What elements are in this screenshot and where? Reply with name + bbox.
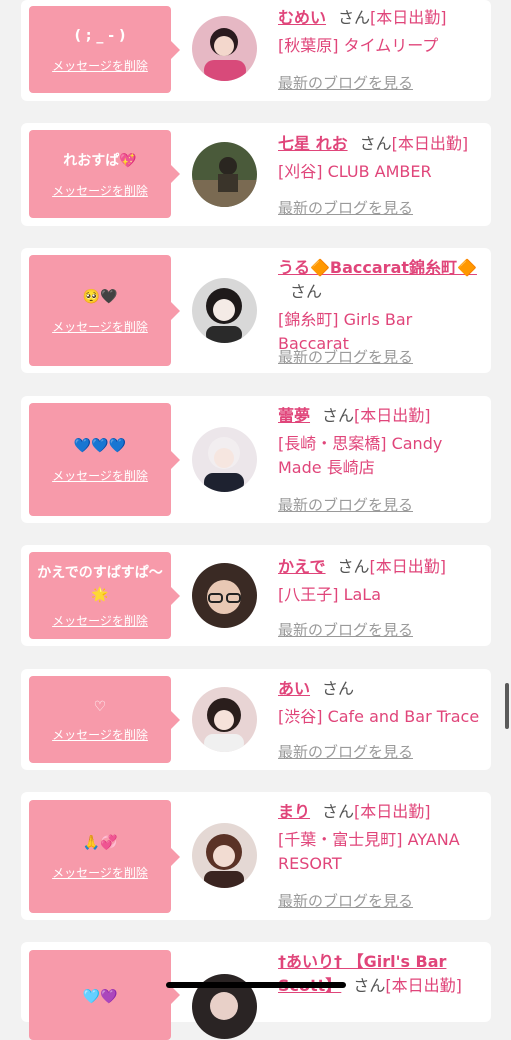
honorific: さん xyxy=(338,8,371,27)
cast-name-link[interactable]: かえで xyxy=(278,557,326,576)
cast-info: †あいり† 【Girl's Bar Scott】さん[本日出勤] xyxy=(278,950,488,998)
message-text: れおすぱ💖 xyxy=(63,152,137,169)
avatar[interactable] xyxy=(192,823,257,888)
cast-info: かえで さん[本日出勤] [八王子] LaLa xyxy=(278,555,488,607)
honorific: さん xyxy=(322,802,355,821)
message-card: 🙏💞 メッセージを削除 まり さん[本日出勤] [千葉・富士見町] AYANA R… xyxy=(21,792,491,920)
attendance-status: [本日出勤] xyxy=(369,557,447,576)
cast-name-link[interactable]: むめい xyxy=(278,8,326,27)
message-text: かえでのすぱすぱ〜🌟 xyxy=(37,565,163,603)
shop-info: [秋葉原] タイムリープ xyxy=(278,36,439,55)
attendance-status: [本日出勤] xyxy=(385,976,462,995)
cast-info: うる🔶Baccarat錦糸町🔶さん [錦糸町] Girls Bar Baccar… xyxy=(278,256,488,356)
cast-info: 蕾夢 さん[本日出勤] [長崎・思案橋] Candy Made 長崎店 xyxy=(278,404,488,480)
avatar[interactable] xyxy=(192,142,257,207)
home-indicator[interactable] xyxy=(166,982,346,988)
cast-info: 七星 れお さん[本日出勤] [刈谷] CLUB AMBER xyxy=(278,132,488,184)
honorific: さん xyxy=(290,282,323,301)
honorific: さん xyxy=(359,134,392,153)
honorific: さん xyxy=(322,679,355,698)
message-card: 💙💙💙 メッセージを削除 蕾夢 さん[本日出勤] [長崎・思案橋] Candy M… xyxy=(21,396,491,523)
delete-message-link[interactable]: メッセージを削除 xyxy=(52,467,148,484)
shop-info: [八王子] LaLa xyxy=(278,585,382,604)
avatar[interactable] xyxy=(192,563,257,628)
shop-info: [刈谷] CLUB AMBER xyxy=(278,162,432,181)
message-card: ( ; _ - ) メッセージを削除 むめい さん[本日出勤] [秋葉原] タイム… xyxy=(21,0,491,101)
message-card: れおすぱ💖 メッセージを削除 七星 れお さん[本日出勤] [刈谷] CLUB A… xyxy=(21,123,491,226)
delete-message-link[interactable]: メッセージを削除 xyxy=(52,726,148,743)
avatar[interactable] xyxy=(192,278,257,343)
message-text: ( ; _ - ) xyxy=(74,28,126,44)
latest-blog-link[interactable]: 最新のブログを見る xyxy=(278,741,413,762)
delete-message-link[interactable]: メッセージを削除 xyxy=(52,318,148,335)
honorific: さん xyxy=(353,976,386,995)
latest-blog-link[interactable]: 最新のブログを見る xyxy=(278,197,413,218)
message-bubble: れおすぱ💖 メッセージを削除 xyxy=(29,130,180,218)
message-bubble: ( ; _ - ) メッセージを削除 xyxy=(29,6,180,93)
message-bubble: 🙏💞 メッセージを削除 xyxy=(29,800,180,913)
cast-name-link[interactable]: まり xyxy=(278,802,310,821)
message-text: 🩵💜 xyxy=(82,989,118,1005)
message-bubble: 🩵💜 xyxy=(29,950,180,1040)
message-bubble: ♡ メッセージを削除 xyxy=(29,676,180,763)
cast-name-link[interactable]: うる🔶Baccarat錦糸町🔶 xyxy=(278,258,477,277)
message-text: 🥺🖤 xyxy=(82,289,118,305)
delete-message-link[interactable]: メッセージを削除 xyxy=(52,864,148,881)
message-card: 🥺🖤 メッセージを削除 うる🔶Baccarat錦糸町🔶さん [錦糸町] Girl… xyxy=(21,248,491,373)
message-text: 🙏💞 xyxy=(82,835,118,851)
attendance-status: [本日出勤] xyxy=(354,406,431,425)
shop-info: [千葉・富士見町] AYANA RESORT xyxy=(278,830,460,873)
cast-info: あい さん [渋谷] Cafe and Bar Trace xyxy=(278,677,488,729)
avatar[interactable] xyxy=(192,687,257,752)
latest-blog-link[interactable]: 最新のブログを見る xyxy=(278,619,413,640)
message-card: かえでのすぱすぱ〜🌟 メッセージを削除 かえで さん[本日出勤] [八王子] La… xyxy=(21,545,491,646)
latest-blog-link[interactable]: 最新のブログを見る xyxy=(278,346,413,367)
message-text: ♡ xyxy=(93,699,107,715)
delete-message-link[interactable]: メッセージを削除 xyxy=(52,182,148,199)
latest-blog-link[interactable]: 最新のブログを見る xyxy=(278,890,413,911)
honorific: さん xyxy=(337,557,370,576)
message-bubble: 💙💙💙 メッセージを削除 xyxy=(29,403,180,516)
latest-blog-link[interactable]: 最新のブログを見る xyxy=(278,72,413,93)
attendance-status: [本日出勤] xyxy=(354,802,431,821)
delete-message-link[interactable]: メッセージを削除 xyxy=(52,612,148,629)
message-text: 💙💙💙 xyxy=(73,438,127,454)
latest-blog-link[interactable]: 最新のブログを見る xyxy=(278,494,413,515)
avatar[interactable] xyxy=(192,427,257,492)
avatar[interactable] xyxy=(192,16,257,81)
message-bubble: かえでのすぱすぱ〜🌟 メッセージを削除 xyxy=(29,552,180,639)
cast-info: むめい さん[本日出勤] [秋葉原] タイムリープ xyxy=(278,6,488,58)
cast-name-link[interactable]: 七星 れお xyxy=(278,134,348,153)
attendance-status: [本日出勤] xyxy=(391,134,469,153)
attendance-status: [本日出勤] xyxy=(370,8,447,27)
cast-name-link[interactable]: 蕾夢 xyxy=(278,406,310,425)
shop-info: [渋谷] Cafe and Bar Trace xyxy=(278,707,480,726)
cast-name-link[interactable]: あい xyxy=(278,679,310,698)
message-bubble: 🥺🖤 メッセージを削除 xyxy=(29,255,180,366)
message-card: ♡ メッセージを削除 あい さん [渋谷] Cafe and Bar Trace … xyxy=(21,669,491,770)
honorific: さん xyxy=(322,406,355,425)
scrollbar-thumb[interactable] xyxy=(505,683,509,729)
delete-message-link[interactable]: メッセージを削除 xyxy=(52,57,148,74)
cast-info: まり さん[本日出勤] [千葉・富士見町] AYANA RESORT xyxy=(278,800,488,876)
shop-info: [長崎・思案橋] Candy Made 長崎店 xyxy=(278,434,443,477)
